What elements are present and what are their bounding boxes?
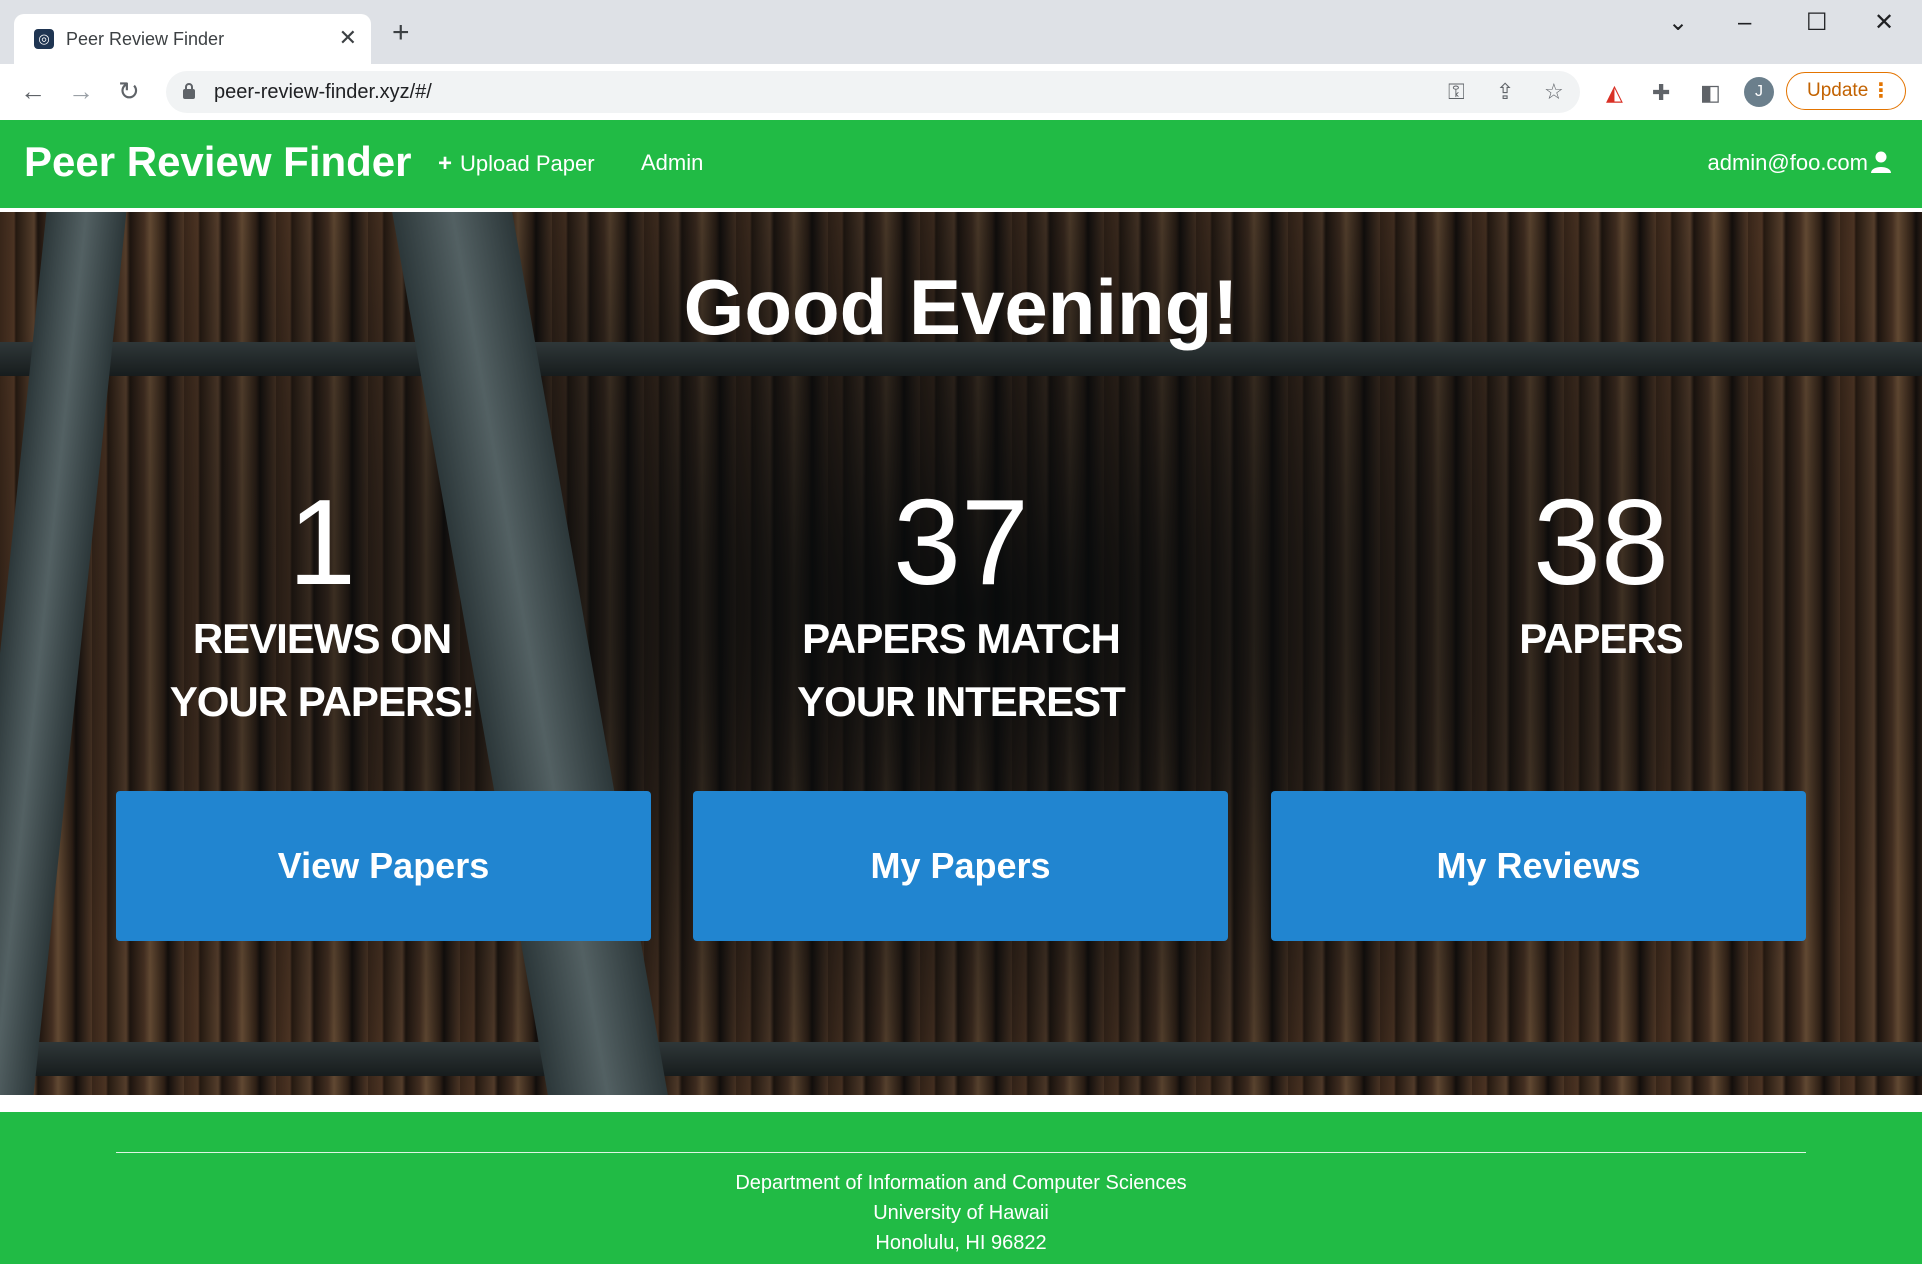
star-icon[interactable]: ☆ — [1544, 79, 1564, 105]
share-icon[interactable]: ⇪ — [1496, 79, 1514, 105]
tab-title: Peer Review Finder — [66, 29, 225, 49]
puzzle-icon[interactable]: ✚ — [1652, 80, 1670, 106]
address-bar[interactable]: peer-review-finder.xyz/#/ ⚿ ⇪ ☆ — [166, 71, 1580, 113]
reload-icon[interactable]: ↻ — [118, 76, 140, 106]
footer-divider — [116, 1152, 1806, 1153]
extension-icon[interactable]: ◭ — [1606, 80, 1623, 106]
stat-number: 37 — [893, 474, 1029, 610]
user-icon — [1871, 151, 1891, 173]
browser-tabstrip: ◎ Peer Review Finder ✕ + ⌄ – ☐ ✕ — [0, 0, 1922, 64]
stat-label: REVIEWS ON — [192, 615, 452, 662]
my-reviews-button[interactable]: My Reviews — [1271, 791, 1806, 941]
admin-link[interactable]: Admin — [641, 150, 703, 176]
minimize-icon[interactable]: – — [1738, 10, 1751, 36]
footer-department: Department of Information and Computer S… — [735, 1172, 1187, 1194]
tab-close-icon[interactable]: ✕ — [339, 26, 357, 50]
footer-address: Department of Information and Computer S… — [0, 1168, 1922, 1258]
site-favicon-icon: ◎ — [34, 29, 54, 49]
user-email: admin@foo.com — [1707, 150, 1868, 175]
app-navbar: Peer Review Finder + Upload Paper Admin a… — [0, 120, 1922, 208]
lock-icon — [183, 83, 195, 99]
page-footer: Department of Information and Computer S… — [0, 1112, 1922, 1264]
stat-label: YOUR PAPERS! — [169, 678, 476, 725]
tab-search-icon[interactable]: ⌄ — [1668, 10, 1688, 36]
stat-matching-papers: 37 PAPERS MATCH YOUR INTEREST — [701, 477, 1221, 733]
greeting-heading: Good Evening! — [683, 263, 1239, 351]
browser-toolbar: ← → ↻ peer-review-finder.xyz/#/ ⚿ ⇪ ☆ ◭ … — [0, 64, 1922, 120]
footer-university: University of Hawaii — [873, 1202, 1049, 1224]
key-icon[interactable]: ⚿ — [1448, 79, 1465, 105]
new-tab-button[interactable]: + — [392, 18, 410, 48]
update-button[interactable]: Update ⋮ — [1786, 72, 1906, 110]
stat-label: PAPERS MATCH — [802, 615, 1121, 662]
menu-icon: ⋮ — [1871, 80, 1891, 102]
window-close-icon[interactable]: ✕ — [1874, 10, 1894, 36]
update-label: Update — [1807, 80, 1869, 101]
view-papers-button[interactable]: View Papers — [116, 791, 651, 941]
profile-avatar[interactable]: J — [1744, 77, 1774, 107]
stat-number: 38 — [1533, 474, 1669, 610]
url-text: peer-review-finder.xyz/#/ — [214, 81, 432, 103]
hero-section: Good Evening! 1 REVIEWS ON YOUR PAPERS! … — [0, 212, 1922, 1095]
maximize-icon[interactable]: ☐ — [1806, 10, 1828, 36]
back-icon[interactable]: ← — [20, 76, 46, 106]
brand-title[interactable]: Peer Review Finder — [24, 138, 412, 186]
upload-paper-link[interactable]: + Upload Paper — [438, 150, 595, 178]
stat-papers: 38 PAPERS — [1341, 477, 1861, 670]
my-papers-button[interactable]: My Papers — [693, 791, 1228, 941]
stat-number: 1 — [288, 474, 356, 610]
browser-tab[interactable]: ◎ Peer Review Finder ✕ — [14, 14, 371, 64]
stat-label: YOUR INTEREST — [797, 678, 1126, 725]
stat-label: PAPERS — [1519, 615, 1684, 662]
footer-location: Honolulu, HI 96822 — [875, 1232, 1047, 1254]
sidepanel-icon[interactable]: ◧ — [1700, 80, 1721, 106]
user-menu[interactable]: admin@foo.com — [1707, 150, 1892, 176]
upload-paper-label: Upload Paper — [460, 151, 595, 176]
plus-icon: + — [438, 150, 453, 177]
stat-reviews: 1 REVIEWS ON YOUR PAPERS! — [62, 477, 582, 733]
forward-icon[interactable]: → — [68, 76, 94, 106]
